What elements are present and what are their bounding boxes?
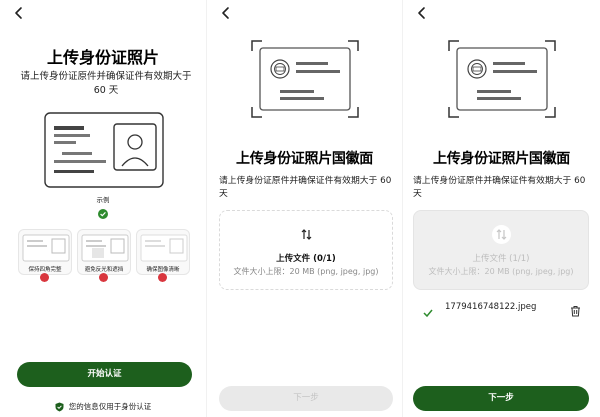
privacy-note: 您的信息仅用于身份认证 <box>0 396 206 416</box>
file-name: 1779416748122.jpeg <box>445 302 537 312</box>
id-card-cropped-icon <box>22 234 70 262</box>
upload-label: 上传文件 (0/1) <box>276 254 336 264</box>
page-title: 上传身份证照片国徽面 <box>236 151 373 167</box>
tip-sample-3: 确保图像清晰 <box>136 229 190 275</box>
swap-arrows-icon <box>297 225 316 244</box>
id-card-example-illustration <box>44 112 164 188</box>
tip-sample-1: 保持四角完整 <box>18 229 72 275</box>
tip-label: 保持四角完整 <box>28 267 62 273</box>
check-icon <box>423 303 433 322</box>
upload-hint: 文件大小上限：20 MB (png, jpeg, jpg) <box>233 267 379 276</box>
screens-container: 上传身份证照片 请上传身份证原件并确保证件有效期大于 60 天 示例 保持四角完… <box>0 0 600 417</box>
error-x-icon <box>99 273 108 286</box>
upload-label: 上传文件 (1/1) <box>472 254 530 264</box>
next-button[interactable]: 下一步 <box>219 386 393 411</box>
uploaded-file-row: 1779416748122.jpeg <box>423 302 581 318</box>
example-label: 示例 <box>96 196 110 204</box>
privacy-note-text: 您的信息仅用于身份认证 <box>68 402 152 411</box>
error-x-icon <box>158 273 167 286</box>
swap-arrows-icon <box>492 225 511 244</box>
screen-upload-emblem-empty: 上传身份证照片国徽面 请上传身份证原件并确保证件有效期大于 60 天 上传文件 … <box>206 0 402 417</box>
check-circle-icon <box>98 204 108 219</box>
trash-icon[interactable] <box>570 302 581 321</box>
tip-label: 避免反光和遮挡 <box>84 267 124 273</box>
id-card-emblem-illustration <box>447 39 557 119</box>
next-button[interactable]: 下一步 <box>413 386 589 411</box>
id-card-glare-icon <box>81 234 129 262</box>
error-x-icon <box>40 273 49 286</box>
upload-dropzone: 上传文件 (1/1) 文件大小上限：20 MB (png, jpeg, jpg) <box>413 210 589 290</box>
id-card-blurry-icon <box>140 234 188 262</box>
upload-hint: 文件大小上限：20 MB (png, jpeg, jpg) <box>428 267 574 276</box>
page-title: 上传身份证照片 <box>46 48 159 67</box>
page-subtitle: 请上传身份证原件并确保证件有效期大于 60 天 <box>20 71 192 96</box>
back-arrow-icon[interactable] <box>415 6 429 20</box>
screen-upload-emblem-filled: 上传身份证照片国徽面 请上传身份证原件并确保证件有效期大于 60 天 上传文件 … <box>402 0 600 417</box>
id-card-emblem-illustration <box>250 39 360 119</box>
page-subtitle: 请上传身份证原件并确保证件有效期大于 60 天 <box>219 176 392 199</box>
tip-label: 确保图像清晰 <box>146 267 180 273</box>
upload-dropzone[interactable]: 上传文件 (0/1) 文件大小上限：20 MB (png, jpeg, jpg) <box>219 210 393 290</box>
tip-sample-2: 避免反光和遮挡 <box>77 229 131 275</box>
back-arrow-icon[interactable] <box>219 6 233 20</box>
back-arrow-icon[interactable] <box>12 6 26 20</box>
page-subtitle: 请上传身份证原件并确保证件有效期大于 60 天 <box>413 176 586 199</box>
shield-check-icon <box>55 397 64 416</box>
page-title: 上传身份证照片国徽面 <box>433 151 570 167</box>
screen-upload-id-intro: 上传身份证照片 请上传身份证原件并确保证件有效期大于 60 天 示例 保持四角完… <box>0 0 206 417</box>
start-verification-button[interactable]: 开始认证 <box>17 362 192 387</box>
